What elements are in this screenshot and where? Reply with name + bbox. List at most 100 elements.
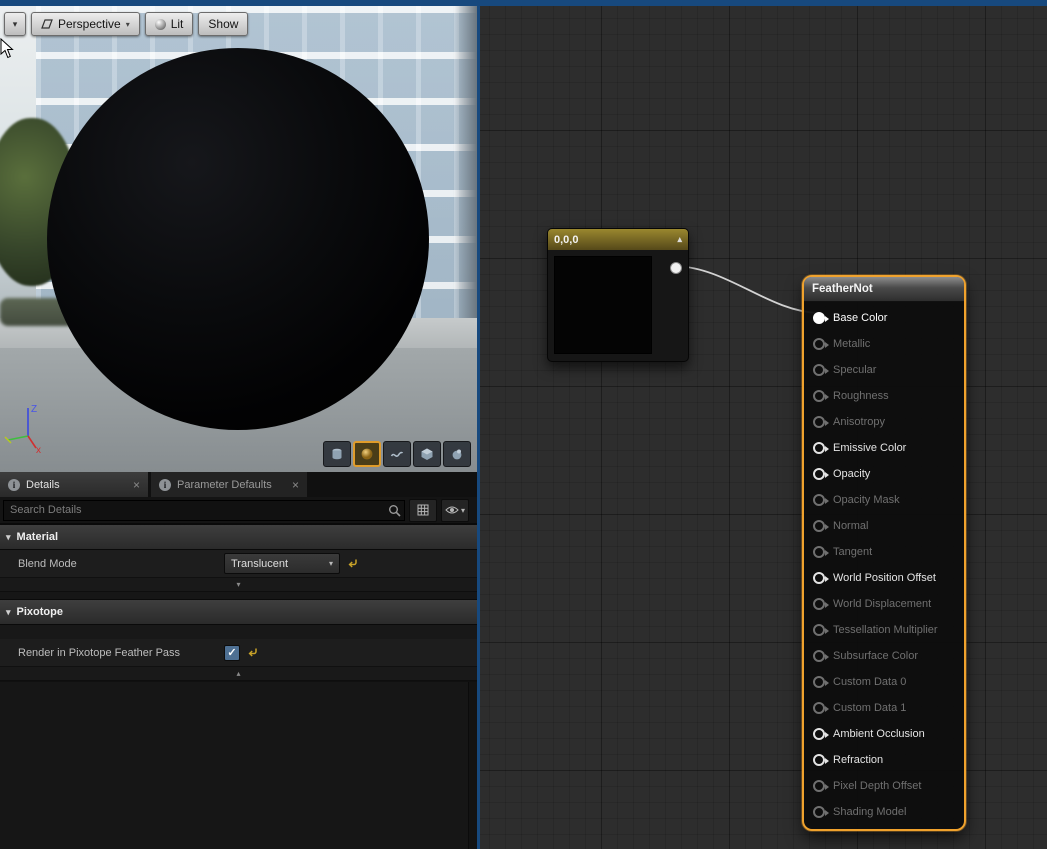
preview-shape-plane-button[interactable] [383, 441, 411, 467]
material-preview-viewport[interactable]: ▾ Perspective ▾ Lit Show Z x [0, 6, 477, 472]
material-pin-custom-data-0[interactable]: Custom Data 0 [804, 669, 964, 695]
material-pin-metallic[interactable]: Metallic [804, 331, 964, 357]
material-pin-pixel-depth-offset[interactable]: Pixel Depth Offset [804, 773, 964, 799]
material-pin-world-position-offset[interactable]: World Position Offset [804, 565, 964, 591]
preview-shape-buttons [323, 441, 471, 467]
material-pin-refraction[interactable]: Refraction [804, 747, 964, 773]
pin-icon[interactable] [813, 312, 825, 324]
material-pin-base-color[interactable]: Base Color [804, 305, 964, 331]
constant-color-node[interactable]: 0,0,0 ▴ [547, 228, 689, 362]
close-icon[interactable]: × [292, 479, 299, 491]
pin-label: Refraction [833, 754, 883, 766]
preview-shape-cylinder-button[interactable] [323, 441, 351, 467]
reset-to-default-icon[interactable] [247, 647, 258, 658]
pin-label: Specular [833, 364, 876, 376]
material-pin-tessellation-multiplier[interactable]: Tessellation Multiplier [804, 617, 964, 643]
pin-icon[interactable] [813, 806, 825, 818]
pin-label: Opacity [833, 468, 870, 480]
material-pin-emissive-color[interactable]: Emissive Color [804, 435, 964, 461]
constant-node-header[interactable]: 0,0,0 ▴ [548, 229, 688, 250]
show-menu-button[interactable]: Show [198, 12, 248, 36]
info-icon: i [8, 479, 20, 491]
perspective-button[interactable]: Perspective ▾ [31, 12, 140, 36]
pin-icon[interactable] [813, 468, 825, 480]
blend-mode-row: Blend Mode Translucent ▾ [0, 550, 477, 578]
search-box [3, 500, 405, 521]
pin-icon[interactable] [813, 572, 825, 584]
pin-icon[interactable] [813, 676, 825, 688]
pin-icon[interactable] [813, 364, 825, 376]
pin-icon[interactable] [813, 728, 825, 740]
color-swatch[interactable] [554, 256, 652, 354]
tab-details[interactable]: i Details × [0, 472, 148, 497]
pin-icon[interactable] [813, 390, 825, 402]
pin-icon[interactable] [813, 494, 825, 506]
close-icon[interactable]: × [133, 479, 140, 491]
cube-icon [420, 447, 434, 461]
material-graph-canvas[interactable]: 0,0,0 ▴ FeatherNot Base Color Metallic Spe… [480, 6, 1047, 849]
constant-node-body [548, 250, 688, 360]
section-header-pixotope[interactable]: ▾ Pixotope [0, 599, 477, 625]
feather-pass-checkbox[interactable]: ✓ [224, 645, 240, 661]
pin-icon[interactable] [813, 650, 825, 662]
viewport-toolbar: ▾ Perspective ▾ Lit Show [4, 12, 248, 36]
material-pin-opacity-mask[interactable]: Opacity Mask [804, 487, 964, 513]
details-panel: i Details × i Parameter Defaults × [0, 472, 477, 849]
material-pin-specular[interactable]: Specular [804, 357, 964, 383]
pin-icon[interactable] [813, 702, 825, 714]
section-header-material[interactable]: ▾ Material [0, 524, 477, 550]
search-input[interactable] [4, 501, 404, 520]
material-pin-shading-model[interactable]: Shading Model [804, 799, 964, 825]
pin-label: Shading Model [833, 806, 906, 818]
advanced-collapser-pixotope[interactable]: ▴ [0, 667, 477, 681]
details-scrollbar[interactable] [468, 682, 477, 849]
advanced-expander-material[interactable]: ▾ [0, 578, 477, 592]
material-editor-window: ▾ Perspective ▾ Lit Show Z x [0, 0, 1047, 849]
pin-icon[interactable] [813, 338, 825, 350]
material-pin-opacity[interactable]: Opacity [804, 461, 964, 487]
material-pin-world-displacement[interactable]: World Displacement [804, 591, 964, 617]
search-icon [388, 504, 401, 522]
details-spacer [0, 592, 477, 599]
pin-icon[interactable] [813, 546, 825, 558]
constant-output-pin[interactable] [670, 262, 682, 274]
material-pin-anisotropy[interactable]: Anisotropy [804, 409, 964, 435]
collapse-arrow-icon[interactable]: ▴ [677, 234, 682, 245]
material-node-pins: Base Color Metallic Specular RoughnessAniso… [804, 302, 964, 825]
blend-mode-dropdown[interactable]: Translucent ▾ [224, 553, 340, 574]
pin-label: Tessellation Multiplier [833, 624, 938, 636]
pin-icon[interactable] [813, 598, 825, 610]
material-pin-subsurface-color[interactable]: Subsurface Color [804, 643, 964, 669]
pin-icon[interactable] [813, 416, 825, 428]
material-pin-tangent[interactable]: Tangent [804, 539, 964, 565]
view-options-button[interactable]: ▾ [441, 499, 469, 522]
pin-icon[interactable] [813, 754, 825, 766]
preview-shape-mesh-button[interactable] [443, 441, 471, 467]
reset-to-default-icon[interactable] [347, 558, 358, 569]
wire-constant-to-base-color[interactable] [676, 266, 818, 313]
material-pin-roughness[interactable]: Roughness [804, 383, 964, 409]
material-result-node[interactable]: FeatherNot Base Color Metallic Specular Rou… [802, 275, 966, 831]
preview-shape-sphere-button[interactable] [353, 441, 381, 467]
material-node-header[interactable]: FeatherNot [804, 277, 964, 302]
pin-label: Opacity Mask [833, 494, 900, 506]
lit-sphere-icon [155, 19, 166, 30]
property-matrix-button[interactable] [409, 499, 437, 522]
viewport-options-dropdown-button[interactable]: ▾ [4, 12, 26, 36]
material-pin-normal[interactable]: Normal [804, 513, 964, 539]
details-empty-area [0, 681, 477, 849]
details-search-row: ▾ [0, 497, 477, 524]
check-icon: ✓ [227, 646, 236, 659]
pin-icon[interactable] [813, 624, 825, 636]
sphere-icon [360, 447, 374, 461]
pin-icon[interactable] [813, 780, 825, 792]
mouse-cursor [0, 38, 14, 59]
preview-shape-cube-button[interactable] [413, 441, 441, 467]
lit-mode-button[interactable]: Lit [145, 12, 194, 36]
pin-icon[interactable] [813, 442, 825, 454]
material-pin-ambient-occlusion[interactable]: Ambient Occlusion [804, 721, 964, 747]
tab-parameter-defaults[interactable]: i Parameter Defaults × [151, 472, 307, 497]
pin-label: Metallic [833, 338, 870, 350]
pin-icon[interactable] [813, 520, 825, 532]
material-pin-custom-data-1[interactable]: Custom Data 1 [804, 695, 964, 721]
